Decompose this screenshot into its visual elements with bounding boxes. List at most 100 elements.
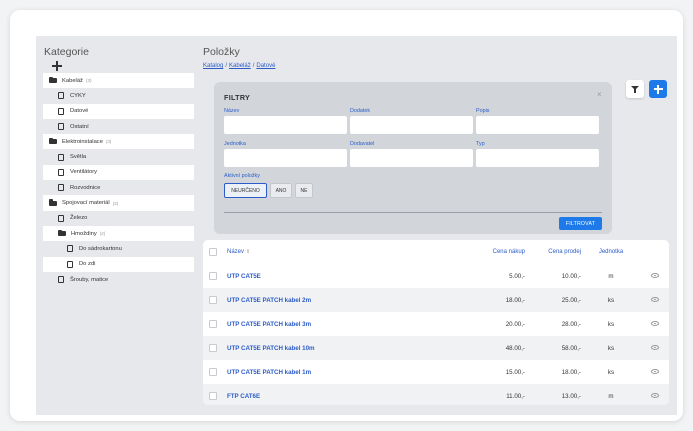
table-row[interactable]: UTP CAT5E PATCH kabel 1m 15.00,- 18.00,- ks xyxy=(203,360,669,384)
sidebar-item[interactable]: Ventilátory xyxy=(43,164,194,181)
sidebar-item-label: Datové xyxy=(70,108,89,115)
sidebar-item[interactable]: Do zdi xyxy=(43,256,194,272)
item-name-link[interactable]: UTP CAT5E PATCH kabel 3m xyxy=(227,312,311,336)
sidebar-item-label: Světla xyxy=(70,154,87,161)
cena-nakup-cell: 15.00,- xyxy=(505,368,525,376)
filter-panel: FILTRY × Název Dodatek Popis Jednotka Do… xyxy=(214,82,612,234)
table-row[interactable]: UTP CAT5E PATCH kabel 2m 18.00,- 25.00,- ks xyxy=(203,288,669,312)
table-row[interactable]: FTP CAT6E 11.00,- 13.00,- m xyxy=(203,384,669,405)
dodatek-label: Dodatek xyxy=(350,108,371,114)
row-checkbox[interactable] xyxy=(209,296,217,304)
eye-icon[interactable] xyxy=(651,297,659,302)
sidebar-item[interactable]: Kabeláž (3) xyxy=(43,73,194,89)
table-row[interactable]: UTP CAT5E 5.00,- 10.00,- m xyxy=(203,264,669,288)
eye-icon[interactable] xyxy=(651,345,659,350)
jednotka-cell: ks xyxy=(607,368,615,376)
sidebar-item-label: Do zdi xyxy=(79,261,96,268)
eye-icon[interactable] xyxy=(651,273,659,278)
sidebar-item-label: Do sádrokartonu xyxy=(79,245,122,252)
row-checkbox[interactable] xyxy=(209,320,217,328)
row-checkbox[interactable] xyxy=(209,272,217,280)
jednotka-label: Jednotka xyxy=(224,141,246,147)
file-icon xyxy=(67,245,73,253)
table-row[interactable]: UTP CAT5E PATCH kabel 10m 48.00,- 58.00,- k… xyxy=(203,336,669,360)
table-row[interactable]: UTP CAT5E PATCH kabel 3m 20.00,- 28.00,- ks xyxy=(203,312,669,336)
category-tree: Kabeláž (3) CYKY Datové Ostatní Elektroinstal… xyxy=(43,73,194,288)
popis-label: Popis xyxy=(476,108,490,114)
item-name-link[interactable]: FTP CAT6E xyxy=(227,384,260,405)
cena-prodej-cell: 18.00,- xyxy=(561,368,581,376)
row-checkbox[interactable] xyxy=(209,392,217,400)
popis-input[interactable] xyxy=(476,116,599,134)
file-icon xyxy=(67,260,73,268)
add-category-icon[interactable] xyxy=(52,61,62,71)
breadcrumb-kabelaz[interactable]: Kabeláž xyxy=(229,63,251,69)
cena-prodej-cell: 28.00,- xyxy=(561,320,581,328)
sidebar-item[interactable]: Šrouby, matice xyxy=(43,271,194,288)
sidebar-item-label: Elektroinstalace xyxy=(62,138,103,145)
select-all-checkbox[interactable] xyxy=(209,248,217,256)
aktivni-ne-button[interactable]: NE xyxy=(295,183,313,198)
sidebar-item[interactable]: Hmoždiny (2) xyxy=(43,225,194,242)
sidebar-item[interactable]: Datové xyxy=(43,103,194,119)
row-checkbox[interactable] xyxy=(209,344,217,352)
nazev-label: Název xyxy=(224,108,240,114)
breadcrumb-datove[interactable]: Datové xyxy=(256,63,275,69)
sidebar-item[interactable]: CYKY xyxy=(43,88,194,104)
item-name-link[interactable]: UTP CAT5E xyxy=(227,264,261,288)
cena-nakup-cell: 18.00,- xyxy=(505,296,525,304)
row-checkbox[interactable] xyxy=(209,368,217,376)
column-header-nazev-label: Název xyxy=(227,249,245,255)
add-item-button[interactable] xyxy=(649,80,667,98)
dodavatel-input[interactable] xyxy=(350,149,473,167)
item-name-link[interactable]: UTP CAT5E PATCH kabel 1m xyxy=(227,360,311,384)
typ-input[interactable] xyxy=(476,149,599,167)
file-icon xyxy=(58,184,64,192)
sidebar-item[interactable]: Železo xyxy=(43,210,194,226)
jednotka-cell: m xyxy=(608,392,614,400)
file-icon xyxy=(58,123,64,131)
eye-icon[interactable] xyxy=(651,369,659,374)
column-header-jednotka: Jednotka xyxy=(598,249,624,255)
jednotka-cell: ks xyxy=(607,344,615,352)
sidebar-item-label: CYKY xyxy=(70,92,86,99)
jednotka-cell: ks xyxy=(607,320,615,328)
app-content: Kategorie Kabeláž (3) CYKY Datové Ostatní Ele… xyxy=(36,36,677,415)
filter-title: FILTRY xyxy=(224,93,251,102)
eye-icon[interactable] xyxy=(651,321,659,326)
file-icon xyxy=(58,153,64,161)
filter-toggle-button[interactable] xyxy=(626,80,644,98)
sidebar-item-label: Ventilátory xyxy=(70,169,98,176)
jednotka-cell: m xyxy=(608,272,614,280)
sidebar-item[interactable]: Rozvodnice xyxy=(43,180,194,196)
filter-close-icon[interactable]: × xyxy=(597,90,602,99)
cena-prodej-cell: 25.00,- xyxy=(561,296,581,304)
breadcrumb-katalog[interactable]: Katalog xyxy=(203,63,223,69)
sidebar-item[interactable]: Elektroinstalace (3) xyxy=(43,134,194,150)
breadcrumb-separator: / xyxy=(225,63,228,69)
sidebar-item[interactable]: Spojovací materiál (3) xyxy=(43,195,194,211)
item-name-link[interactable]: UTP CAT5E PATCH kabel 10m xyxy=(227,336,315,360)
item-name-link[interactable]: UTP CAT5E PATCH kabel 2m xyxy=(227,288,311,312)
cena-prodej-cell: 58.00,- xyxy=(561,344,581,352)
aktivni-ano-button[interactable]: ANO xyxy=(270,183,292,198)
nazev-input[interactable] xyxy=(224,116,347,134)
sidebar-item[interactable]: Světla xyxy=(43,149,194,165)
cena-nakup-cell: 48.00,- xyxy=(505,344,525,352)
folder-icon xyxy=(49,137,57,145)
breadcrumb-separator: / xyxy=(252,63,255,69)
sidebar-item[interactable]: Ostatní xyxy=(43,118,194,135)
aktivni-neurceno-button[interactable]: NEURČENO xyxy=(224,183,267,198)
file-icon xyxy=(58,107,64,115)
eye-icon[interactable] xyxy=(651,393,659,398)
aktivni-polozky-label: Aktivní položky xyxy=(224,173,260,179)
folder-icon xyxy=(58,229,66,237)
column-header-nazev[interactable]: Název ⇕ xyxy=(227,240,250,264)
filtrovat-button[interactable]: FILTROVAT xyxy=(559,217,602,230)
dodatek-input[interactable] xyxy=(350,116,473,134)
sidebar-item-label: Ostatní xyxy=(70,123,89,130)
sidebar-item[interactable]: Do sádrokartonu xyxy=(43,241,194,257)
sidebar-item-label: Spojovací materiál xyxy=(62,200,110,207)
jednotka-input[interactable] xyxy=(224,149,347,167)
sidebar-item-count: (3) xyxy=(85,78,92,84)
